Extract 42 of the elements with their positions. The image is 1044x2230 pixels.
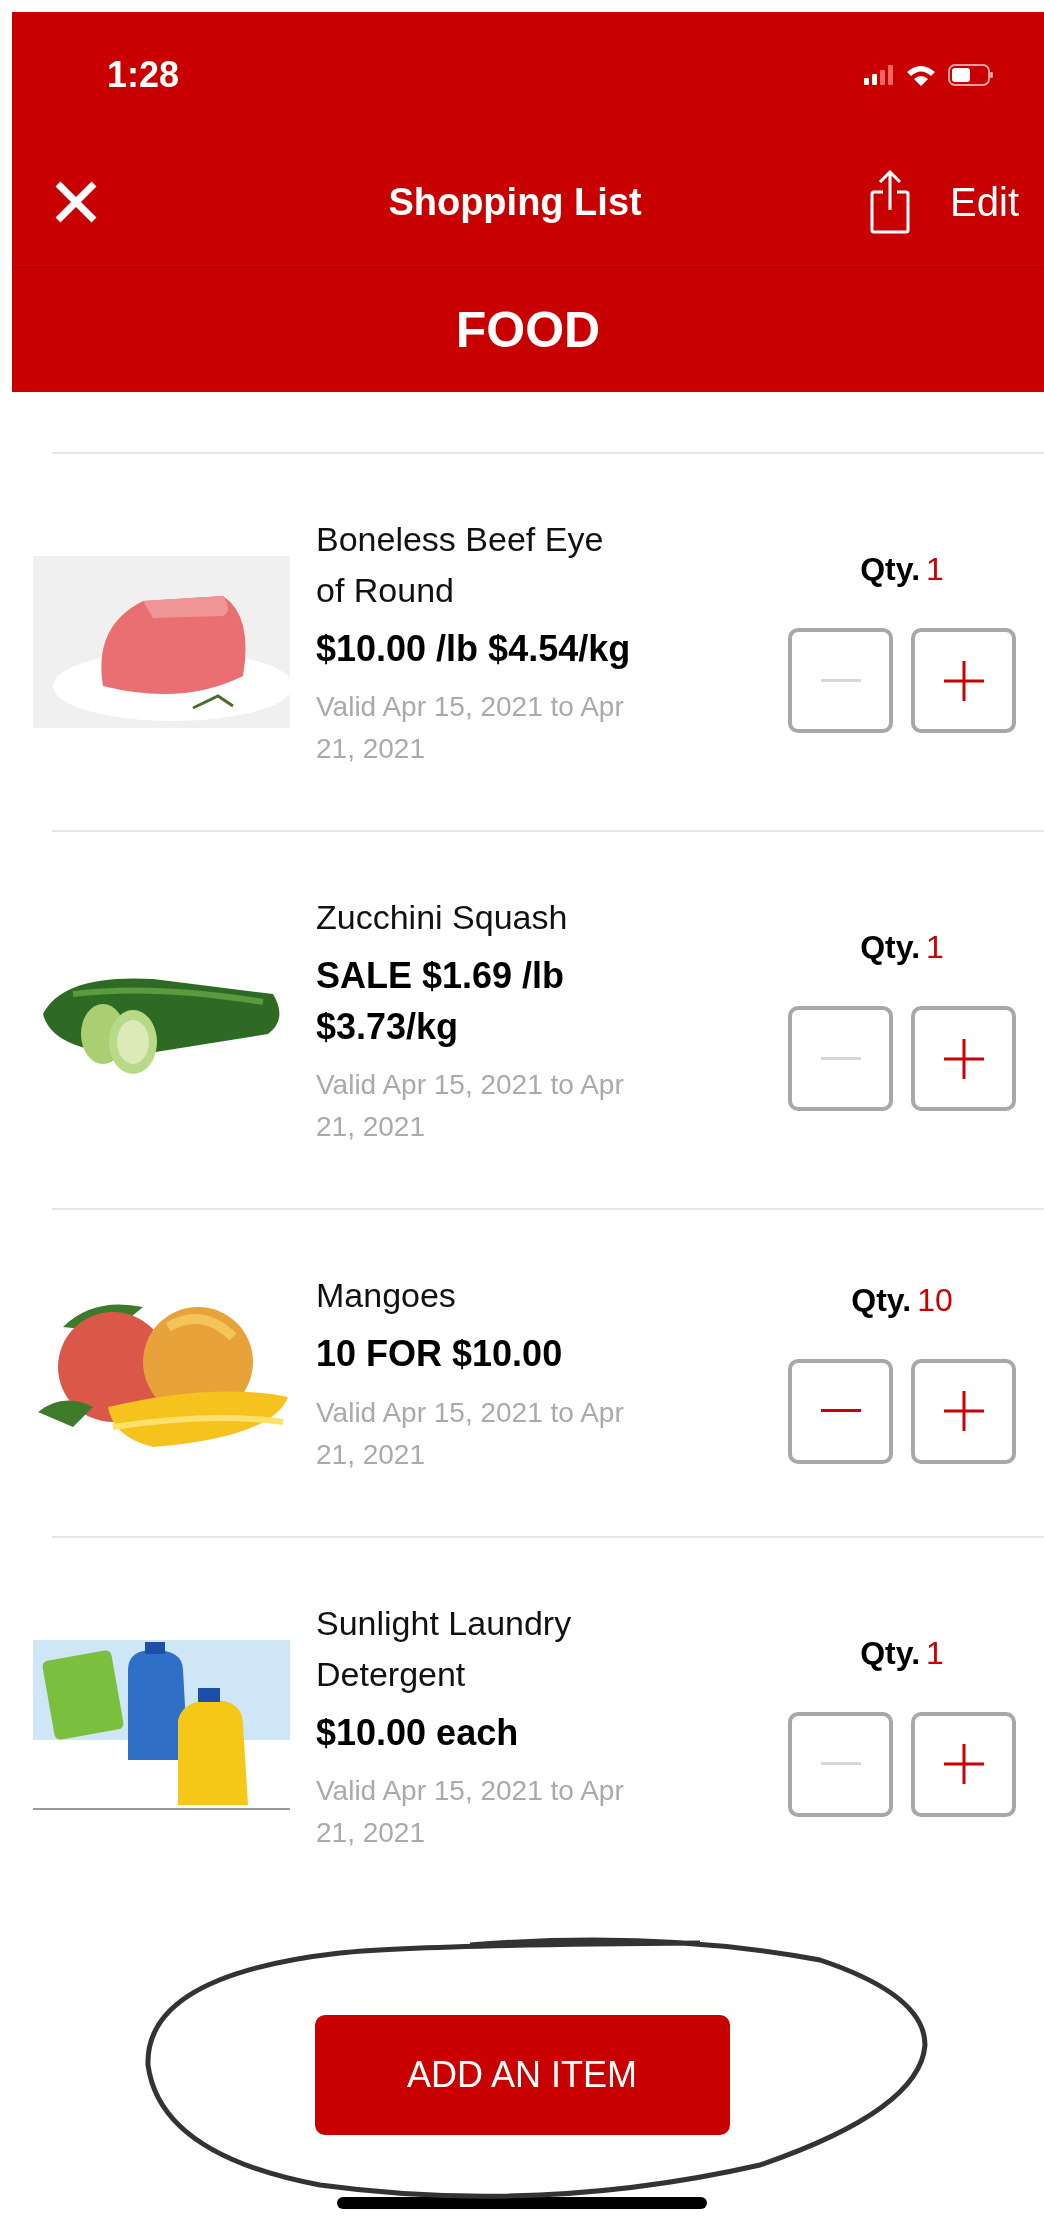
valid-dates: Valid Apr 15, 2021 to Apr 21, 2021 [316, 690, 625, 767]
valid-dates: Valid Apr 15, 2021 to Apr 21, 2021 [316, 1773, 625, 1850]
increase-button[interactable] [911, 1006, 1016, 1112]
category-title: FOOD [455, 301, 601, 359]
item-name: Mangoes [316, 1275, 457, 1317]
qty-value: 1 [926, 929, 944, 966]
item-price: $10.00 each [316, 1710, 520, 1755]
item-price: 10 FOR $10.00 [316, 1332, 564, 1377]
wifi-icon [906, 63, 936, 86]
item-price: $10.00 /lb $4.54/kg [316, 627, 632, 671]
qty-label: Qty. [860, 929, 921, 966]
add-item-button[interactable]: ADD AN ITEM [314, 2015, 730, 2135]
valid-dates: Valid Apr 15, 2021 to Apr 21, 2021 [316, 1068, 625, 1145]
qty-value: 1 [926, 551, 944, 588]
battery-icon [948, 63, 994, 86]
page-title: Shopping List [387, 180, 643, 224]
item-price: SALE $1.69 /lb $3.73/kg [316, 954, 566, 1049]
decrease-button[interactable] [788, 1006, 893, 1112]
qty-label: Qty. [860, 551, 921, 588]
decrease-button[interactable] [788, 628, 893, 734]
qty-label: Qty. [860, 1634, 921, 1671]
edit-button[interactable]: Edit [950, 179, 1019, 225]
item-name: Boneless Beef Eye of Round [316, 519, 605, 611]
plus-icon [943, 1744, 984, 1785]
increase-button[interactable] [911, 1711, 1016, 1817]
item-name: Zucchini Squash [316, 897, 569, 939]
increase-button[interactable] [911, 1358, 1016, 1464]
plus-icon [943, 1391, 984, 1432]
qty-label: Qty. [851, 1281, 912, 1318]
signal-icon [864, 64, 894, 85]
share-icon [870, 170, 911, 234]
qty-value: 1 [926, 1634, 944, 1671]
decrease-button[interactable] [788, 1358, 893, 1464]
share-button[interactable] [870, 170, 911, 234]
plus-icon [943, 660, 984, 701]
increase-button[interactable] [911, 628, 1016, 734]
qty-value: 10 [917, 1281, 953, 1318]
valid-dates: Valid Apr 15, 2021 to Apr 21, 2021 [316, 1395, 625, 1472]
item-name: Sunlight Laundry Detergent [316, 1602, 573, 1695]
decrease-button[interactable] [788, 1711, 893, 1817]
status-time: 1:28 [107, 53, 180, 96]
plus-icon [943, 1038, 984, 1079]
